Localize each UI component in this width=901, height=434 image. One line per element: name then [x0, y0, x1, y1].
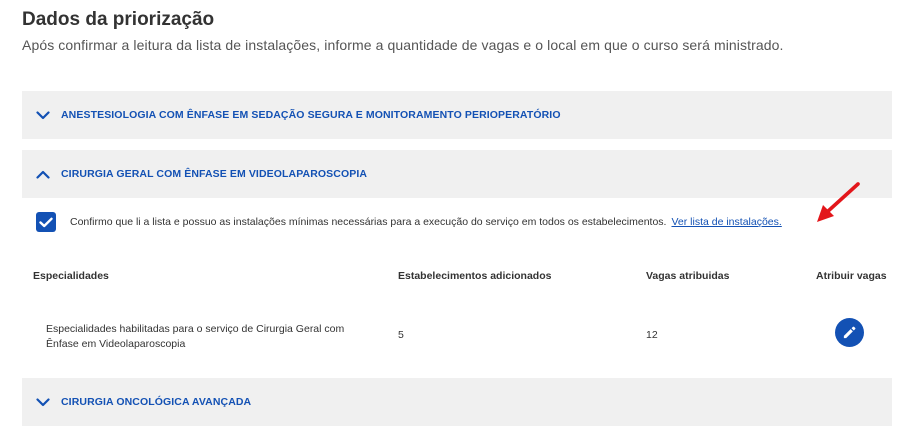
accordion-label: CIRURGIA GERAL COM ÊNFASE EM VIDEOLAPARO… — [61, 168, 368, 180]
page-title: Dados da priorização — [22, 9, 215, 30]
page-subtitle: Após confirmar a leitura da lista de ins… — [22, 37, 784, 53]
header-atribuir-vagas: Atribuir vagas — [816, 270, 887, 282]
chevron-up-icon — [36, 169, 50, 179]
check-icon — [39, 217, 53, 227]
chevron-down-icon — [36, 397, 50, 407]
accordion-anestesiologia[interactable]: ANESTESIOLOGIA COM ÊNFASE EM SEDAÇÃO SEG… — [22, 91, 892, 139]
header-vagas: Vagas atribuidas — [646, 270, 730, 282]
confirm-checkbox[interactable] — [36, 212, 56, 232]
cell-vagas: 12 — [646, 329, 658, 341]
chevron-down-icon — [36, 110, 50, 120]
pencil-icon — [843, 326, 856, 339]
cell-especialidade: Especialidades habilitadas para o serviç… — [46, 323, 345, 350]
red-arrow-icon — [817, 182, 860, 222]
confirm-text: Confirmo que li a lista e possuo as inst… — [70, 216, 667, 228]
header-estabelecimentos: Estabelecimentos adicionados — [398, 270, 552, 282]
installations-list-link[interactable]: Ver lista de instalações. — [671, 216, 781, 228]
header-especialidades: Especialidades — [33, 270, 109, 282]
confirm-row: Confirmo que li a lista e possuo as inst… — [36, 212, 782, 232]
accordion-label: CIRURGIA ONCOLÓGICA AVANÇADA — [61, 396, 252, 408]
accordion-cirurgia-oncologica[interactable]: CIRURGIA ONCOLÓGICA AVANÇADA — [22, 378, 892, 426]
accordion-cirurgia-geral[interactable]: CIRURGIA GERAL COM ÊNFASE EM VIDEOLAPARO… — [22, 150, 892, 198]
cell-estabelecimentos: 5 — [398, 329, 404, 341]
accordion-label: ANESTESIOLOGIA COM ÊNFASE EM SEDAÇÃO SEG… — [61, 109, 561, 121]
assign-vagas-button[interactable] — [835, 318, 864, 347]
